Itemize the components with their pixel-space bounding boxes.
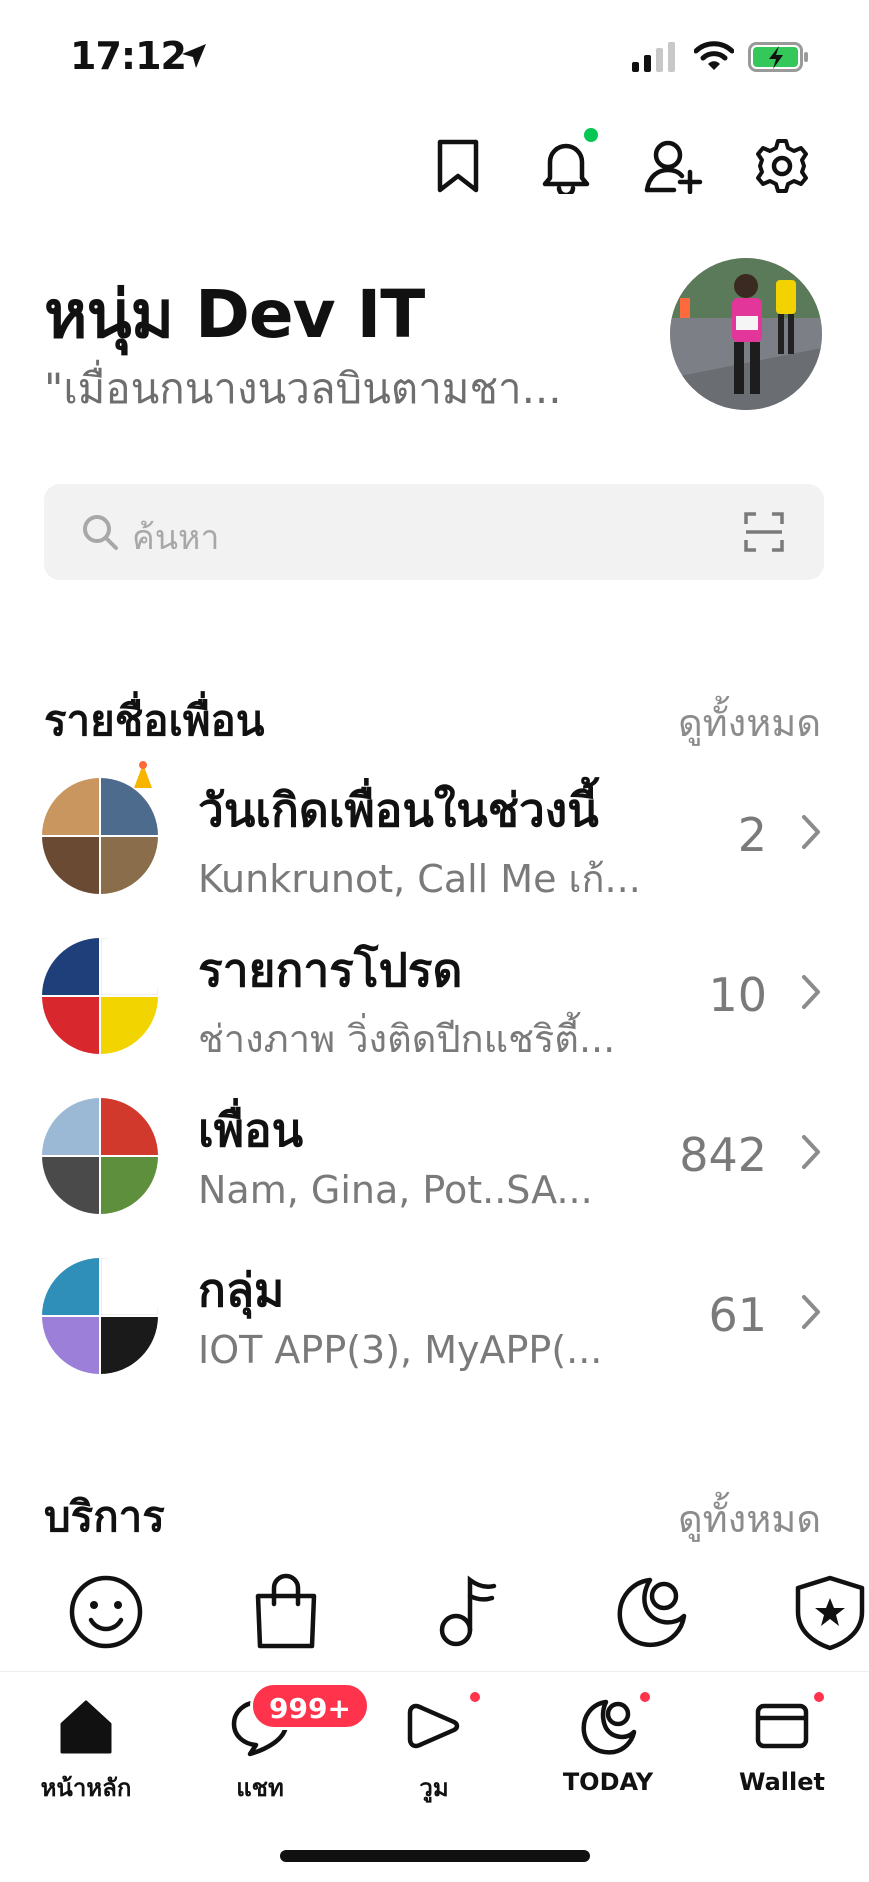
nav-voom[interactable]: วูม — [364, 1690, 504, 1814]
chevron-right-icon — [802, 975, 820, 1009]
row-title: รายการโปรด — [198, 943, 463, 997]
row-title: กลุ่ม — [198, 1263, 285, 1317]
nav-home-label: หน้าหลัก — [40, 1774, 132, 1802]
birthday-avatar-group — [42, 778, 158, 894]
nav-home[interactable]: หน้าหลัก — [16, 1694, 156, 1814]
friends-section-title: รายชื่อเพื่อน — [44, 696, 265, 745]
friends-avatar-group — [42, 1098, 158, 1214]
row-subtitle: Nam, Gina, Pot..SA... — [198, 1168, 593, 1212]
services-section-title: บริการ — [44, 1492, 165, 1541]
nav-today-label: TODAY — [562, 1768, 654, 1796]
friends-see-all-link[interactable]: ดูทั้งหมด — [678, 692, 821, 753]
nav-wallet[interactable]: Wallet — [712, 1690, 852, 1814]
bookmark-button[interactable] — [428, 136, 488, 196]
today-icon — [581, 1699, 637, 1755]
groups-avatar-group — [42, 1258, 158, 1374]
location-arrow-icon — [182, 44, 206, 68]
services-see-all-link[interactable]: ดูทั้งหมด — [678, 1488, 821, 1549]
settings-button[interactable] — [752, 136, 812, 196]
gear-icon — [756, 139, 808, 193]
sticker-smile-icon[interactable] — [66, 1572, 146, 1652]
today-new-dot — [638, 1690, 652, 1704]
voom-play-icon — [407, 1703, 460, 1749]
list-item-favorites[interactable]: รายการโปรด ช่างภาพ วิ่งติดปีกแชริตี้... … — [0, 918, 869, 1078]
party-hat-icon — [134, 761, 152, 788]
home-icon — [60, 1700, 112, 1754]
notifications-button[interactable] — [536, 128, 598, 196]
bookmark-icon — [437, 139, 479, 193]
row-count: 2 — [737, 808, 767, 862]
nav-wallet-label: Wallet — [738, 1768, 825, 1796]
list-item-friends[interactable]: เพื่อน Nam, Gina, Pot..SA... 842 — [0, 1078, 869, 1238]
row-count: 10 — [708, 968, 767, 1022]
row-title: เพื่อน — [198, 1103, 304, 1157]
chevron-right-icon — [802, 1135, 820, 1169]
profile-status-message[interactable]: "เมื่อนกนางนวลบินตามชา... — [44, 356, 562, 422]
row-subtitle: Kunkrunot, Call Me เก้... — [198, 857, 641, 901]
row-title: วันเกิดเพื่อนในช่วงนี้ — [198, 783, 599, 837]
row-count: 842 — [679, 1128, 767, 1182]
chat-unread-badge: 999+ — [250, 1682, 370, 1730]
nav-chat-label: แชท — [236, 1774, 284, 1802]
chevron-right-icon — [802, 1295, 820, 1329]
add-friend-icon — [644, 140, 703, 194]
profile-photo — [670, 258, 822, 410]
profile-avatar[interactable] — [670, 258, 822, 410]
today-moon-icon[interactable] — [610, 1572, 690, 1652]
bell-icon — [542, 143, 590, 194]
battery-charging-icon — [748, 42, 808, 72]
row-subtitle: IOT APP(3), MyAPP(... — [198, 1328, 603, 1372]
list-item-birthdays[interactable]: วันเกิดเพื่อนในช่วงนี้ Kunkrunot, Call M… — [0, 758, 869, 918]
music-icon[interactable] — [428, 1572, 508, 1652]
chevron-right-icon — [802, 815, 820, 849]
wallet-icon — [755, 1703, 809, 1749]
add-friend-button[interactable] — [644, 136, 704, 196]
shopping-bag-icon[interactable] — [246, 1572, 326, 1652]
search-icon — [83, 515, 118, 550]
row-subtitle: ช่างภาพ วิ่งติดปีกแชริตี้... — [198, 1017, 616, 1061]
shield-star-icon[interactable] — [790, 1572, 869, 1652]
wifi-icon — [694, 41, 734, 70]
voom-new-dot — [468, 1690, 482, 1704]
status-time: 17:12 — [70, 34, 187, 78]
list-item-groups[interactable]: กลุ่ม IOT APP(3), MyAPP(... 61 — [0, 1238, 869, 1398]
search-bar[interactable]: ค้นหา — [44, 484, 824, 580]
home-indicator — [280, 1850, 590, 1862]
search-placeholder: ค้นหา — [132, 518, 220, 558]
wallet-new-dot — [812, 1690, 826, 1704]
cellular-signal-icon — [632, 42, 675, 72]
notification-dot — [584, 128, 598, 142]
nav-voom-label: วูม — [419, 1774, 449, 1802]
favorites-avatar-group — [42, 938, 158, 1054]
profile-name[interactable]: หนุ่ม Dev IT — [44, 262, 425, 367]
qr-scan-icon[interactable] — [744, 512, 784, 552]
row-count: 61 — [708, 1288, 767, 1342]
nav-today[interactable]: TODAY — [538, 1690, 678, 1814]
